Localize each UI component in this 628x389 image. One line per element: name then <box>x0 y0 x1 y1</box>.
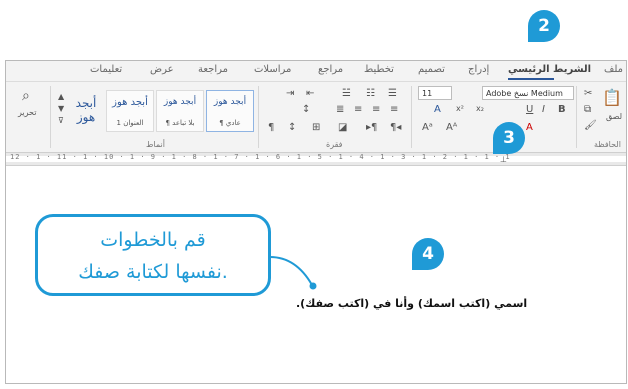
group-separator <box>258 86 259 148</box>
font-name-box[interactable]: Adobe نسخ Medium <box>482 86 574 100</box>
callout-line-2: نفسها لكتابة صفك. <box>78 261 228 283</box>
justify-icon[interactable]: ≣ <box>336 104 344 115</box>
paste-icon[interactable]: 📋 <box>602 88 622 107</box>
style-title-preview: أبجد هوز <box>75 96 97 124</box>
numbering-icon[interactable]: ☷ <box>366 88 375 99</box>
style-no-spacing-preview: أبجد هوز <box>163 97 197 107</box>
format-painter-icon[interactable]: 🖌 <box>584 120 597 131</box>
tab-references[interactable]: مراجع <box>318 64 343 75</box>
document-text[interactable]: اسمي (اكتب اسمك) وأنا في (اكتب صفك). <box>296 297 527 310</box>
tab-mailings[interactable]: مراسلات <box>254 64 291 75</box>
callout-connector-line <box>269 256 313 286</box>
active-tab-indicator <box>508 78 554 80</box>
tab-design[interactable]: تصميم <box>418 64 445 75</box>
paste-label[interactable]: لصق <box>606 112 622 121</box>
style-title[interactable]: أبجد هوز <box>68 90 104 130</box>
cut-icon[interactable]: ✂ <box>584 88 592 99</box>
superscript-icon[interactable]: x² <box>456 104 464 113</box>
subscript-icon[interactable]: x₂ <box>476 104 484 113</box>
tab-insert[interactable]: إدراج <box>468 64 489 75</box>
show-formatting-icon[interactable]: ¶ <box>268 122 274 133</box>
bold-icon[interactable]: B <box>558 104 566 115</box>
copy-icon[interactable]: ⧉ <box>584 104 591 115</box>
shading-icon[interactable]: ◪ <box>338 122 347 133</box>
multilevel-list-icon[interactable]: ☱ <box>342 88 351 99</box>
tab-review[interactable]: مراجعة <box>198 64 228 75</box>
style-normal-preview: أبجد هوز <box>213 97 247 107</box>
text-effects-icon[interactable]: A <box>434 104 441 115</box>
paragraph-group-label: فقرة <box>326 140 343 149</box>
group-separator <box>411 86 412 148</box>
instruction-callout: قم بالخطوات نفسها لكتابة صفك. <box>35 214 271 296</box>
sort-icon[interactable]: ↕ <box>288 122 296 133</box>
styles-scroll-down-icon[interactable]: ▼ <box>58 104 64 113</box>
style-no-spacing[interactable]: أبجد هوز ¶ بلا تباعد <box>156 90 204 132</box>
step-badge-3: 3 <box>493 122 525 154</box>
grow-font-icon[interactable]: Aᴬ <box>446 122 457 133</box>
tab-view[interactable]: عرض <box>150 64 174 75</box>
shrink-font-icon[interactable]: Aᵃ <box>422 122 433 133</box>
clipboard-group-label: الحافظة <box>594 140 621 149</box>
rtl-icon[interactable]: ¶◂ <box>390 122 401 133</box>
bullets-icon[interactable]: ☰ <box>388 88 397 99</box>
style-heading-1[interactable]: أبجد هوز العنوان 1 <box>106 90 154 132</box>
underline-icon[interactable]: U <box>526 104 533 115</box>
styles-scroll-up-icon[interactable]: ▲ <box>58 92 64 101</box>
decrease-indent-icon[interactable]: ⇤ <box>306 88 314 99</box>
styles-group-label: أنماط <box>146 140 165 149</box>
font-size-box[interactable]: 11 <box>418 86 452 100</box>
ruler: 12 · 1 · 11 · 1 · 10 · 1 · 9 · 1 · 8 · 1… <box>6 153 626 166</box>
style-heading-1-preview: أبجد هوز <box>112 97 148 108</box>
styles-more-icon[interactable]: ⊽ <box>58 116 64 125</box>
style-no-spacing-name: ¶ بلا تباعد <box>165 119 195 127</box>
indent-marker-icon[interactable]: ⊥ <box>500 155 507 164</box>
group-separator <box>50 86 51 148</box>
ltr-icon[interactable]: ▸¶ <box>366 122 377 133</box>
italic-icon[interactable]: I <box>542 104 545 115</box>
align-left-icon[interactable]: ≡ <box>354 104 362 115</box>
style-normal-name: ¶ عادي <box>219 119 241 127</box>
ribbon-tabs: ملف الشريط الرئيسي إدراج تصميم تخطيط مرا… <box>6 61 626 82</box>
editing-label[interactable]: تحرير <box>18 108 36 117</box>
increase-indent-icon[interactable]: ⇥ <box>286 88 294 99</box>
style-normal[interactable]: أبجد هوز ¶ عادي <box>206 90 254 132</box>
tab-home[interactable]: الشريط الرئيسي <box>508 64 591 75</box>
callout-connector-dot <box>309 282 317 290</box>
callout-line-1: قم بالخطوات <box>100 229 206 251</box>
tab-layout[interactable]: تخطيط <box>364 64 394 75</box>
group-separator <box>576 86 577 148</box>
step-badge-4: 4 <box>412 238 444 270</box>
search-icon[interactable]: ⌕ <box>22 88 30 104</box>
align-center-icon[interactable]: ≡ <box>372 104 380 115</box>
line-spacing-icon[interactable]: ↕ <box>302 104 310 115</box>
borders-icon[interactable]: ⊞ <box>312 122 320 133</box>
step-badge-2: 2 <box>528 10 560 42</box>
style-heading-1-name: العنوان 1 <box>116 119 144 127</box>
align-right-icon[interactable]: ≡ <box>390 104 398 115</box>
ruler-numbers: 12 · 1 · 11 · 1 · 10 · 1 · 9 · 1 · 8 · 1… <box>10 153 511 161</box>
tab-file[interactable]: ملف <box>604 64 623 75</box>
tab-help[interactable]: تعليمات <box>90 64 122 75</box>
font-color-icon[interactable]: A <box>526 122 533 133</box>
callout-connector <box>269 256 317 290</box>
ribbon: 📋 لصق ✂ ⧉ 🖌 الحافظة Adobe نسخ Medium 11 … <box>6 82 626 153</box>
